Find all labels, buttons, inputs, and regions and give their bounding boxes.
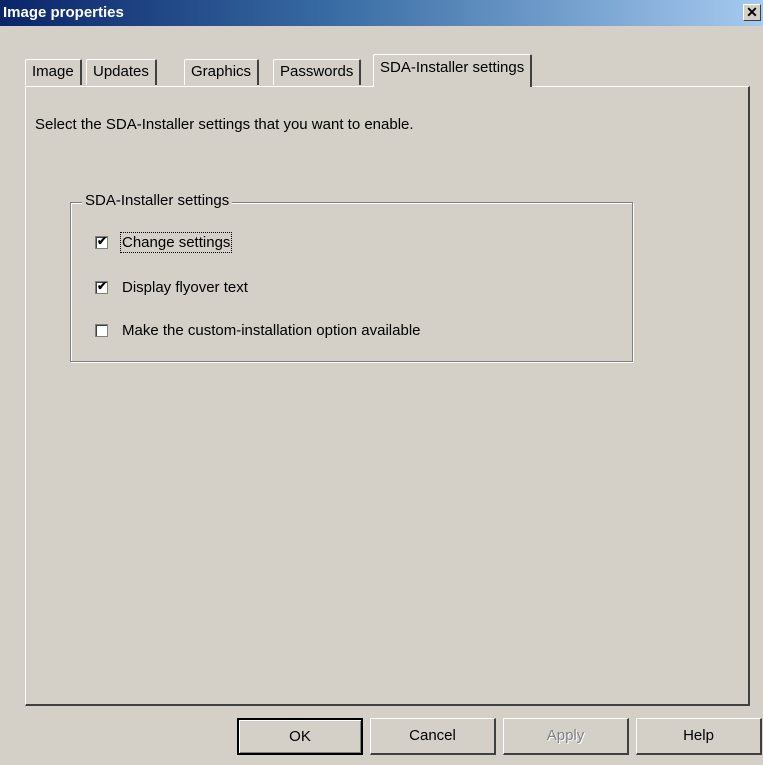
tab-sda-installer-settings[interactable]: SDA-Installer settings	[373, 54, 533, 87]
close-icon[interactable]: ✕	[743, 4, 761, 21]
option-change-settings[interactable]: ✔ Change settings	[95, 232, 233, 253]
custom-installation-label[interactable]: Make the custom-installation option avai…	[122, 322, 421, 339]
change-settings-label[interactable]: Change settings	[119, 232, 233, 253]
custom-installation-checkbox[interactable]	[95, 324, 108, 337]
ok-button[interactable]: OK	[237, 718, 363, 755]
checkmark-icon: ✔	[97, 279, 108, 293]
cancel-button[interactable]: Cancel	[370, 718, 496, 755]
groupbox-label: SDA-Installer settings	[82, 192, 233, 209]
tab-updates[interactable]: Updates	[86, 59, 157, 85]
help-button[interactable]: Help	[636, 718, 762, 755]
option-custom-installation[interactable]: Make the custom-installation option avai…	[95, 322, 421, 339]
tab-image[interactable]: Image	[25, 59, 82, 85]
instruction-text: Select the SDA-Installer settings that y…	[35, 116, 414, 133]
dialog-window: Image properties ✕ Image Updates Graphic…	[0, 0, 763, 765]
tab-graphics[interactable]: Graphics	[184, 59, 260, 85]
option-display-flyover-text[interactable]: ✔ Display flyover text	[95, 279, 248, 296]
change-settings-checkbox[interactable]: ✔	[95, 234, 108, 249]
tab-passwords[interactable]: Passwords	[273, 59, 362, 85]
apply-button: Apply	[503, 718, 629, 755]
window-title: Image properties	[3, 4, 124, 21]
checkmark-icon: ✔	[97, 234, 108, 248]
display-flyover-text-label[interactable]: Display flyover text	[122, 279, 248, 296]
display-flyover-text-checkbox[interactable]: ✔	[95, 279, 108, 294]
tab-panel	[25, 86, 750, 706]
title-bar: Image properties ✕	[0, 0, 763, 26]
